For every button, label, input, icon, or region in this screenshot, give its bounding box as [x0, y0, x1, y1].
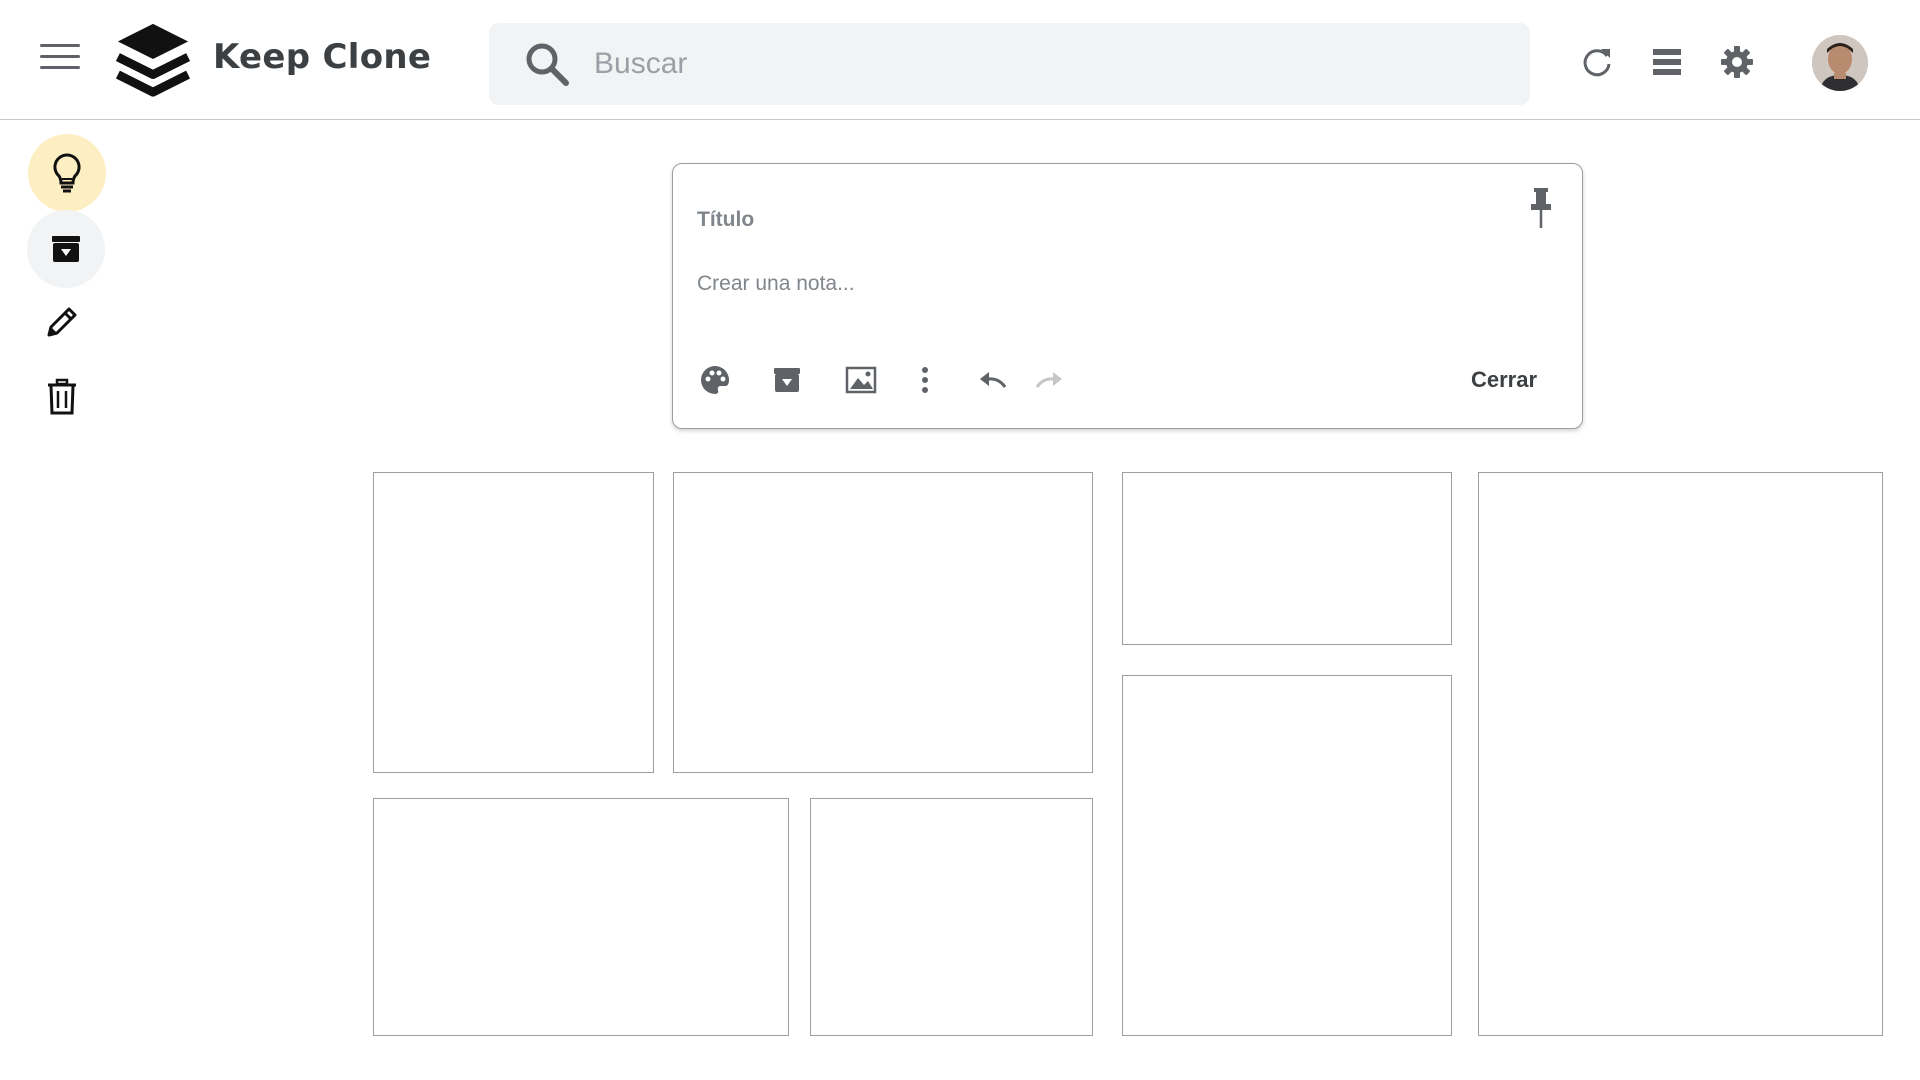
avatar[interactable] [1812, 35, 1868, 91]
note-card[interactable] [673, 472, 1093, 773]
close-button[interactable]: Cerrar [1454, 357, 1554, 403]
note-body-input[interactable] [697, 272, 1537, 336]
archive-icon [52, 236, 80, 262]
gear-icon[interactable] [1719, 44, 1755, 80]
sidebar-item-notes[interactable] [28, 134, 106, 212]
image-icon[interactable] [843, 362, 879, 398]
app-header: Keep Clone [0, 0, 1920, 120]
app-title: Keep Clone [213, 37, 432, 77]
sidebar-item-trash[interactable] [23, 358, 101, 436]
note-card[interactable] [373, 472, 654, 773]
search-input[interactable] [594, 23, 1494, 105]
more-vert-icon[interactable] [907, 362, 943, 398]
sidebar-item-archive[interactable] [27, 210, 105, 288]
archive-icon[interactable] [769, 362, 805, 398]
trash-icon [48, 378, 76, 415]
redo-icon[interactable] [1031, 362, 1067, 398]
search-bar[interactable] [489, 23, 1530, 105]
note-card[interactable] [1478, 472, 1883, 1036]
list-view-icon[interactable] [1649, 44, 1685, 80]
note-composer: Cerrar [672, 163, 1583, 429]
sidebar-item-edit-labels[interactable] [23, 283, 101, 361]
pin-icon[interactable] [1525, 186, 1557, 230]
pencil-icon [47, 307, 77, 337]
note-card[interactable] [810, 798, 1093, 1036]
search-icon[interactable] [523, 40, 571, 88]
lightbulb-icon [53, 153, 81, 193]
layers-logo-icon [115, 23, 191, 97]
undo-icon[interactable] [975, 362, 1011, 398]
palette-icon[interactable] [697, 362, 733, 398]
note-card[interactable] [373, 798, 789, 1036]
note-title-input[interactable] [697, 202, 1457, 238]
note-card[interactable] [1122, 675, 1452, 1036]
menu-icon[interactable] [40, 44, 80, 76]
refresh-icon[interactable] [1579, 44, 1615, 80]
note-card[interactable] [1122, 472, 1452, 645]
